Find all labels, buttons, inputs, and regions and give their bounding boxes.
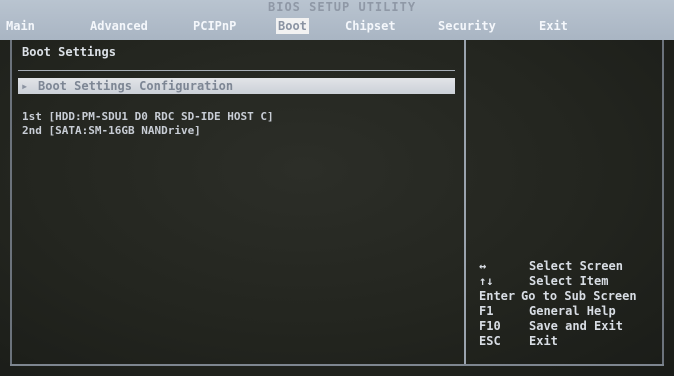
menu-boot[interactable]: Boot [276, 18, 309, 34]
help-key-f1: F1 [479, 304, 494, 318]
help-desc: Go to Sub Screen [521, 289, 637, 303]
frame-border-right [662, 40, 664, 366]
help-desc: Exit [529, 334, 558, 348]
help-desc: General Help [529, 304, 616, 318]
menu-main[interactable]: Main [6, 18, 35, 34]
boot-order-item-1[interactable]: 1st [HDD:PM-SDU1 D0 RDC SD-IDE HOST C] [22, 110, 274, 123]
help-key-esc: ESC [479, 334, 501, 348]
help-desc: Select Screen [529, 259, 623, 273]
help-key-enter: Enter [479, 289, 516, 303]
section-title: Boot Settings [22, 45, 116, 59]
boot-order-item-2[interactable]: 2nd [SATA:SM-16GB NANDrive] [22, 124, 201, 137]
menu-advanced[interactable]: Advanced [90, 18, 148, 34]
frame-border-left [10, 40, 12, 366]
bios-screen: BIOS SETUP UTILITY Main Advanced PCIPnP … [0, 0, 674, 376]
boot-settings-configuration-item[interactable]: ▸ Boot Settings Configuration [18, 78, 455, 94]
bios-title: BIOS SETUP UTILITY [268, 0, 417, 14]
menu-chipset[interactable]: Chipset [345, 18, 396, 34]
up-down-arrows-icon: ↑↓ [479, 274, 494, 288]
submenu-label: Boot Settings Configuration [38, 79, 234, 93]
help-desc: Save and Exit [529, 319, 623, 333]
submenu-arrow-icon: ▸ [21, 79, 29, 93]
menu-exit[interactable]: Exit [539, 18, 568, 34]
menu-bar: BIOS SETUP UTILITY Main Advanced PCIPnP … [0, 0, 674, 40]
menu-pcipnp[interactable]: PCIPnP [193, 18, 236, 34]
help-desc: Select Item [529, 274, 609, 288]
menu-security[interactable]: Security [438, 18, 496, 34]
section-divider [18, 70, 455, 71]
help-key-f10: F10 [479, 319, 501, 333]
left-right-arrows-icon: ↔ [479, 259, 487, 273]
frame-border-bottom [10, 364, 664, 366]
